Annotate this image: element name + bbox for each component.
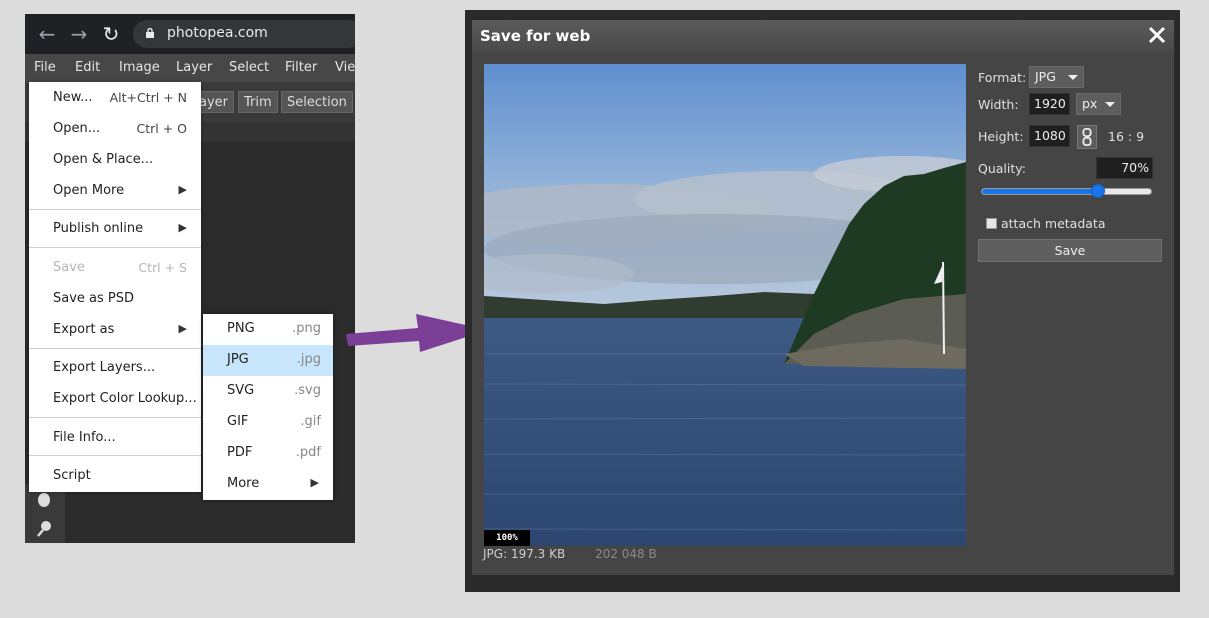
save-button[interactable]: Save — [978, 239, 1162, 262]
menu-image[interactable]: Image — [119, 60, 160, 75]
menu-item-script[interactable]: Script — [29, 461, 201, 492]
menu-select[interactable]: Select — [229, 60, 269, 75]
burn-tool-icon[interactable] — [35, 490, 55, 510]
reload-icon[interactable]: ↻ — [99, 22, 123, 46]
submenu-arrow-icon: ▶ — [178, 183, 187, 196]
menu-item-open[interactable]: Open... Ctrl + O — [29, 114, 201, 145]
attach-metadata-label: attach metadata — [1001, 216, 1106, 231]
toolbar-trim-button[interactable]: Trim — [238, 91, 278, 113]
file-size: 197.3 KB — [510, 547, 566, 561]
file-type: JPG: — [483, 547, 508, 561]
submenu-arrow-icon: ▶ — [310, 476, 319, 489]
menu-view[interactable]: Vie — [335, 60, 355, 75]
width-label: Width: — [978, 97, 1019, 112]
lock-icon — [146, 28, 154, 38]
chevron-down-icon — [1105, 102, 1115, 107]
unit-select[interactable]: px — [1076, 93, 1121, 115]
quality-slider[interactable] — [981, 188, 1152, 195]
menu-separator — [29, 348, 201, 349]
image-preview — [484, 64, 966, 546]
menu-item-save-as-psd[interactable]: Save as PSD — [29, 284, 201, 315]
quality-label: Quality: — [978, 161, 1026, 176]
menu-item-export-color-lookup[interactable]: Export Color Lookup... — [29, 384, 201, 415]
file-size-info: JPG: 197.3 KB 202 048 B — [483, 547, 657, 561]
quality-input[interactable]: 70% — [1096, 157, 1153, 179]
dialog-title: Save for web — [480, 27, 591, 45]
format-select[interactable]: JPG — [1029, 66, 1084, 88]
menu-separator — [29, 247, 201, 248]
file-menu: New... Alt+Ctrl + N Open... Ctrl + O Ope… — [29, 82, 201, 492]
chain-link-icon[interactable] — [1077, 125, 1097, 149]
back-arrow-icon[interactable]: ← — [35, 22, 59, 46]
close-icon[interactable] — [1146, 24, 1168, 46]
format-label: Format: — [978, 70, 1027, 85]
address-bar[interactable]: photopea.com — [133, 20, 355, 48]
menu-separator — [29, 209, 201, 210]
toolbar-selection-button[interactable]: Selection — [281, 91, 353, 113]
menu-file[interactable]: File — [34, 60, 56, 75]
menu-layer[interactable]: Layer — [176, 60, 212, 75]
height-input[interactable]: 1080 — [1029, 125, 1070, 147]
menu-item-save: Save Ctrl + S — [53, 260, 187, 275]
menu-separator — [29, 417, 201, 418]
menu-separator — [29, 455, 201, 456]
menu-item-open-place[interactable]: Open & Place... — [29, 145, 201, 176]
forward-arrow-icon[interactable]: → — [67, 22, 91, 46]
menu-item-new[interactable]: New... Alt+Ctrl + N — [29, 83, 201, 114]
file-bytes: 202 048 B — [595, 547, 657, 561]
zoom-level: 100% — [484, 530, 530, 546]
zoom-tool-icon[interactable] — [35, 518, 55, 538]
export-as-submenu: PNG .png JPG .jpg SVG .svg GIF .gif PDF … — [203, 314, 333, 500]
url-text: photopea.com — [167, 25, 268, 41]
tools-panel — [25, 484, 65, 543]
menu-item-export-as[interactable]: Export as ▶ — [29, 315, 201, 346]
export-jpg[interactable]: JPG .jpg — [203, 345, 333, 376]
menu-item-export-layers[interactable]: Export Layers... — [29, 353, 201, 384]
export-png[interactable]: PNG .png — [203, 314, 333, 345]
height-label: Height: — [978, 129, 1024, 144]
export-pdf[interactable]: PDF .pdf — [203, 438, 333, 469]
dialog-titlebar: Save for web — [472, 20, 1174, 52]
export-svg[interactable]: SVG .svg — [203, 376, 333, 407]
menu-edit[interactable]: Edit — [75, 60, 100, 75]
aspect-ratio: 16 : 9 — [1108, 129, 1145, 144]
menu-item-open-more[interactable]: Open More ▶ — [29, 176, 201, 207]
menu-filter[interactable]: Filter — [285, 60, 317, 75]
export-more[interactable]: More ▶ — [203, 469, 333, 500]
export-gif[interactable]: GIF .gif — [203, 407, 333, 438]
menu-item-file-info[interactable]: File Info... — [29, 423, 201, 454]
menu-item-publish-online[interactable]: Publish online ▶ — [29, 214, 201, 245]
submenu-arrow-icon: ▶ — [178, 322, 187, 335]
quality-slider-fill — [982, 189, 1101, 194]
browser-toolbar: ← → ↻ photopea.com — [25, 14, 355, 54]
chevron-down-icon — [1068, 75, 1078, 80]
width-input[interactable]: 1920 — [1029, 93, 1070, 115]
app-menubar: File Edit Image Layer Select Filter Vie — [25, 54, 355, 82]
quality-slider-thumb[interactable] — [1090, 184, 1105, 198]
attach-metadata-checkbox[interactable] — [986, 218, 997, 229]
submenu-arrow-icon: ▶ — [178, 221, 187, 234]
